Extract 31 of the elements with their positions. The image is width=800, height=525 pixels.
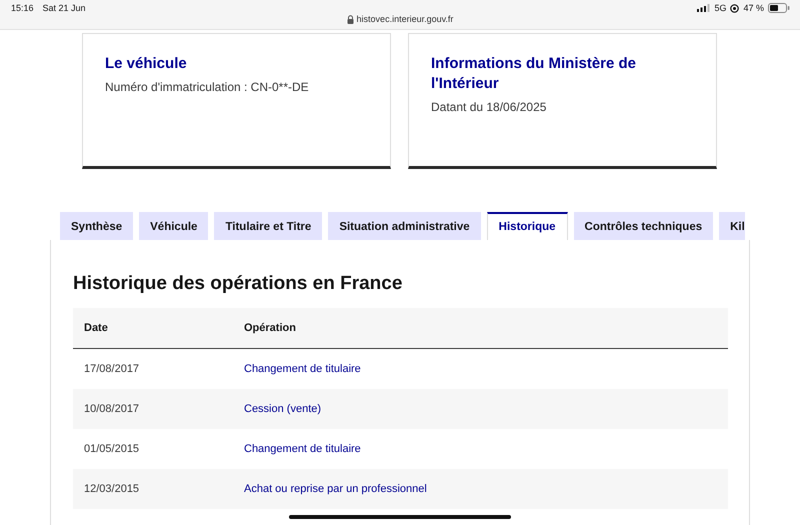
tab[interactable]: Contrôles techniques: [574, 212, 714, 240]
tab[interactable]: Kil: [719, 212, 745, 240]
operation-link[interactable]: Cession (vente): [244, 403, 322, 415]
card-title: Informations du Ministère de l'Intérieur: [431, 54, 638, 94]
section-heading: Historique des opérations en France: [73, 273, 404, 295]
date-cell-text: 01/05/2015: [83, 443, 140, 455]
card-title: Le véhicule: [105, 54, 188, 74]
date-cell-text: 12/03/2015: [83, 483, 140, 495]
signal-icon: [697, 4, 710, 12]
url-text[interactable]: histovec.interieur.gouv.fr: [356, 14, 454, 24]
tab[interactable]: Situation administrative: [328, 212, 481, 240]
card-text: Numéro d'immatriculation : CN-0**-DE: [105, 80, 310, 94]
operation-link[interactable]: Changement de titulaire: [244, 363, 361, 375]
clock-time: 15:16: [11, 3, 34, 13]
battery-percent: 47 %: [743, 3, 764, 13]
operation-link[interactable]: Achat ou reprise par un professionnel: [244, 483, 427, 495]
date-cell-text: 17/08/2017: [83, 363, 140, 375]
operation-link[interactable]: Changement de titulaire: [244, 443, 361, 455]
orientation-lock-icon: [730, 4, 740, 12]
date-cell-text: 10/08/2017: [83, 403, 140, 415]
network-label: 5G: [714, 3, 726, 13]
lock-icon: [346, 14, 354, 24]
tab[interactable]: Véhicule: [139, 212, 208, 240]
tab[interactable]: Historique: [486, 212, 568, 240]
column-header: Opération: [243, 322, 296, 334]
card-text: Datant du 18/06/2025: [431, 100, 548, 114]
column-header: Date: [83, 322, 109, 334]
tab[interactable]: Synthèse: [60, 212, 134, 240]
date-text: Sat 21 Jun: [42, 3, 86, 13]
battery-icon: [768, 3, 790, 13]
tab[interactable]: Titulaire et Titre: [214, 212, 322, 240]
